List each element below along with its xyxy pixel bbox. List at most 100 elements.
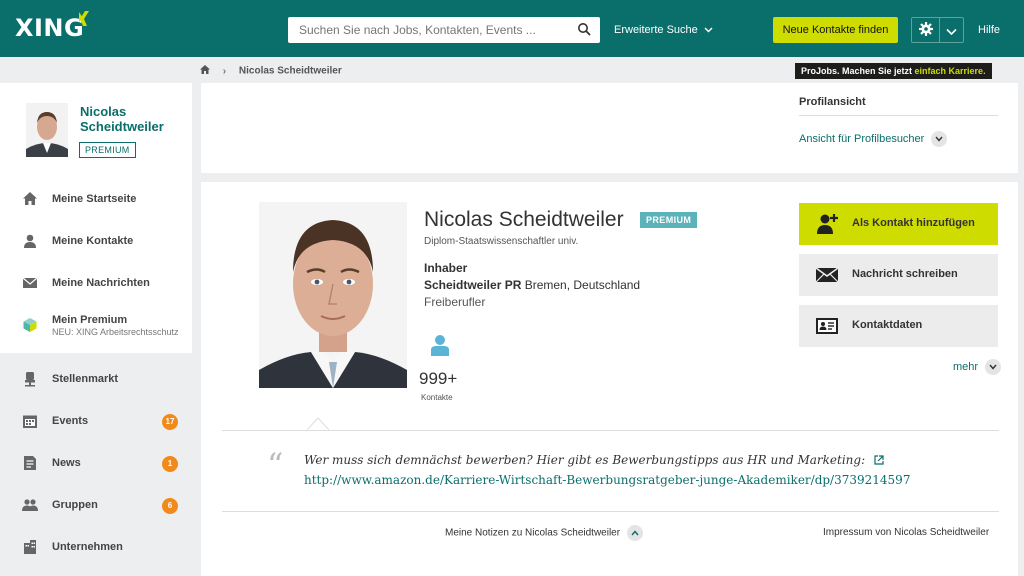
notification-count-badge: 1	[162, 456, 178, 472]
profile-view-visitor-link[interactable]: Ansicht für Profilbesucher	[799, 131, 948, 147]
write-message-button[interactable]: Nachricht schreiben	[799, 254, 998, 296]
sidebar-item-stellenmarkt[interactable]: Stellenmarkt	[0, 359, 192, 401]
breadcrumb-separator: ›	[222, 65, 227, 77]
sidebar-item-nachrichten[interactable]: Meine Nachrichten	[0, 263, 192, 305]
profile-position: Inhaber	[424, 261, 468, 275]
sidebar-item-events[interactable]: Events 17	[0, 401, 192, 443]
add-contact-label: Als Kontakt hinzufügen	[852, 217, 975, 229]
sidebar-item-news[interactable]: News 1	[0, 443, 192, 485]
home-icon	[22, 191, 38, 207]
quote-icon: “	[267, 446, 284, 484]
divider	[222, 430, 999, 431]
settings-dropdown[interactable]	[911, 17, 964, 43]
sidebar-item-premium[interactable]: Mein Premium NEU: XING Arbeitsrechtsschu…	[0, 305, 192, 347]
avatar[interactable]	[26, 103, 68, 157]
vcard-icon	[815, 314, 839, 341]
calendar-icon	[22, 413, 38, 429]
sidebar-item-startseite[interactable]: Meine Startseite	[0, 179, 192, 221]
gear-icon[interactable]	[918, 21, 934, 40]
sidebar-item-label: Events	[52, 415, 89, 427]
contacts-icon[interactable]	[430, 334, 450, 359]
add-contact-button[interactable]: Als Kontakt hinzufügen	[799, 203, 998, 245]
envelope-icon	[815, 263, 839, 290]
contact-data-label: Kontaktdaten	[852, 319, 923, 331]
divider	[799, 115, 998, 116]
groups-icon	[22, 497, 38, 513]
chevron-down-icon[interactable]	[946, 25, 957, 39]
profile-view-link-label: Ansicht für Profilbesucher	[799, 132, 925, 145]
sidebar-profile: Nicolas Scheidtweiler PREMIUM	[0, 83, 192, 175]
more-actions-link[interactable]: mehr	[953, 359, 1002, 375]
sidebar-item-label: Meine Nachrichten	[52, 277, 150, 289]
notes-label: Meine Notizen zu Nicolas Scheidtweiler	[445, 527, 621, 539]
sidebar-item-gruppen[interactable]: Gruppen 6	[0, 485, 192, 527]
search-icon[interactable]	[577, 22, 591, 39]
profile-name: Nicolas Scheidtweiler	[424, 208, 624, 231]
chevron-up-icon[interactable]	[626, 525, 643, 541]
profile-view-title: Profilansicht	[799, 96, 866, 108]
company-name[interactable]: Scheidtweiler PR	[424, 278, 521, 292]
chevron-down-icon[interactable]	[985, 359, 1002, 375]
status-quote: Wer muss sich demnächst bewerben? Hier g…	[304, 453, 884, 468]
contact-data-button[interactable]: Kontaktdaten	[799, 305, 998, 347]
projobs-highlight: einfach Karriere.	[914, 66, 986, 76]
contacts-label: Kontakte	[421, 393, 453, 402]
sidebar-item-kontakte[interactable]: Meine Kontakte	[0, 221, 192, 263]
sidebar-item-label: Stellenmarkt	[52, 373, 119, 385]
premium-badge: PREMIUM	[640, 212, 698, 228]
company-location: Bremen, Deutschland	[521, 278, 641, 292]
sidebar-item-label: News	[52, 457, 81, 469]
divider	[222, 511, 999, 512]
profile-company: Scheidtweiler PR Bremen, Deutschland	[424, 278, 640, 292]
premium-badge: PREMIUM	[79, 142, 136, 158]
logo-text: XING	[15, 14, 85, 42]
sidebar-item-label: Mein Premium	[52, 314, 128, 326]
sidebar-bottom: Stellenmarkt Events 17 News 1 Gruppen 6	[0, 353, 192, 569]
notification-count-badge: 17	[162, 414, 178, 430]
news-icon	[22, 455, 38, 471]
home-icon[interactable]	[200, 65, 210, 77]
notification-count-badge: 6	[162, 498, 178, 514]
chevron-down-icon[interactable]	[931, 131, 948, 147]
speech-notch	[306, 416, 330, 431]
sidebar-profile-name[interactable]: Nicolas Scheidtweiler	[80, 104, 180, 134]
status-quote-link[interactable]: http://www.amazon.de/Karriere-Wirtschaft…	[304, 473, 910, 487]
contacts-icon	[22, 233, 38, 249]
projobs-prefix: ProJobs. Machen Sie jetzt	[801, 66, 915, 76]
sidebar-item-unternehmen[interactable]: Unternehmen	[0, 527, 192, 569]
impressum-link[interactable]: Impressum von Nicolas Scheidtweiler	[823, 527, 989, 538]
search-input[interactable]	[288, 17, 568, 43]
profile-employment-status: Freiberufler	[424, 295, 486, 309]
external-link-icon[interactable]	[874, 454, 884, 468]
sidebar-item-label: Unternehmen	[52, 541, 123, 553]
sidebar-item-label: Meine Startseite	[52, 193, 137, 205]
xing-logo[interactable]: XING	[15, 11, 89, 42]
profile-panel: Nicolas Scheidtweiler PREMIUM Diplom-Sta…	[201, 182, 1018, 576]
profile-view-panel: Profilansicht Ansicht für Profilbesucher	[201, 83, 1018, 173]
add-contact-icon	[815, 212, 839, 239]
premium-cube-icon	[22, 317, 38, 333]
more-label: mehr	[953, 360, 979, 373]
sidebar-item-label: Gruppen	[52, 499, 98, 511]
write-message-label: Nachricht schreiben	[852, 268, 958, 280]
help-link[interactable]: Hilfe	[978, 24, 1000, 36]
status-quote-text: Wer muss sich demnächst bewerben? Hier g…	[304, 453, 866, 467]
projobs-banner[interactable]: ProJobs. Machen Sie jetzt einfach Karrie…	[795, 63, 992, 79]
profile-photo[interactable]	[259, 202, 407, 388]
sidebar-item-sublabel: NEU: XING Arbeitsrechtsschutz	[52, 327, 179, 337]
find-contacts-button[interactable]: Neue Kontakte finden	[773, 17, 898, 43]
sidebar-top: Nicolas Scheidtweiler PREMIUM Meine Star…	[0, 83, 192, 353]
sidebar-item-label: Meine Kontakte	[52, 235, 134, 247]
breadcrumb-current: Nicolas Scheidtweiler	[238, 65, 342, 77]
divider	[939, 18, 940, 42]
advanced-search-link[interactable]: Erweiterte Suche	[614, 24, 713, 36]
contacts-count[interactable]: 999+	[419, 369, 457, 389]
notes-toggle[interactable]: Meine Notizen zu Nicolas Scheidtweiler	[445, 525, 643, 541]
sidebar: Nicolas Scheidtweiler PREMIUM Meine Star…	[0, 83, 192, 576]
chair-icon	[22, 371, 38, 387]
logo-x-icon	[77, 10, 91, 33]
company-icon	[22, 539, 38, 555]
search-box	[288, 17, 600, 43]
top-bar: XING Erweiterte Suche Neue Kontakte find…	[0, 0, 1024, 57]
advanced-search-label: Erweiterte Suche	[614, 24, 698, 36]
